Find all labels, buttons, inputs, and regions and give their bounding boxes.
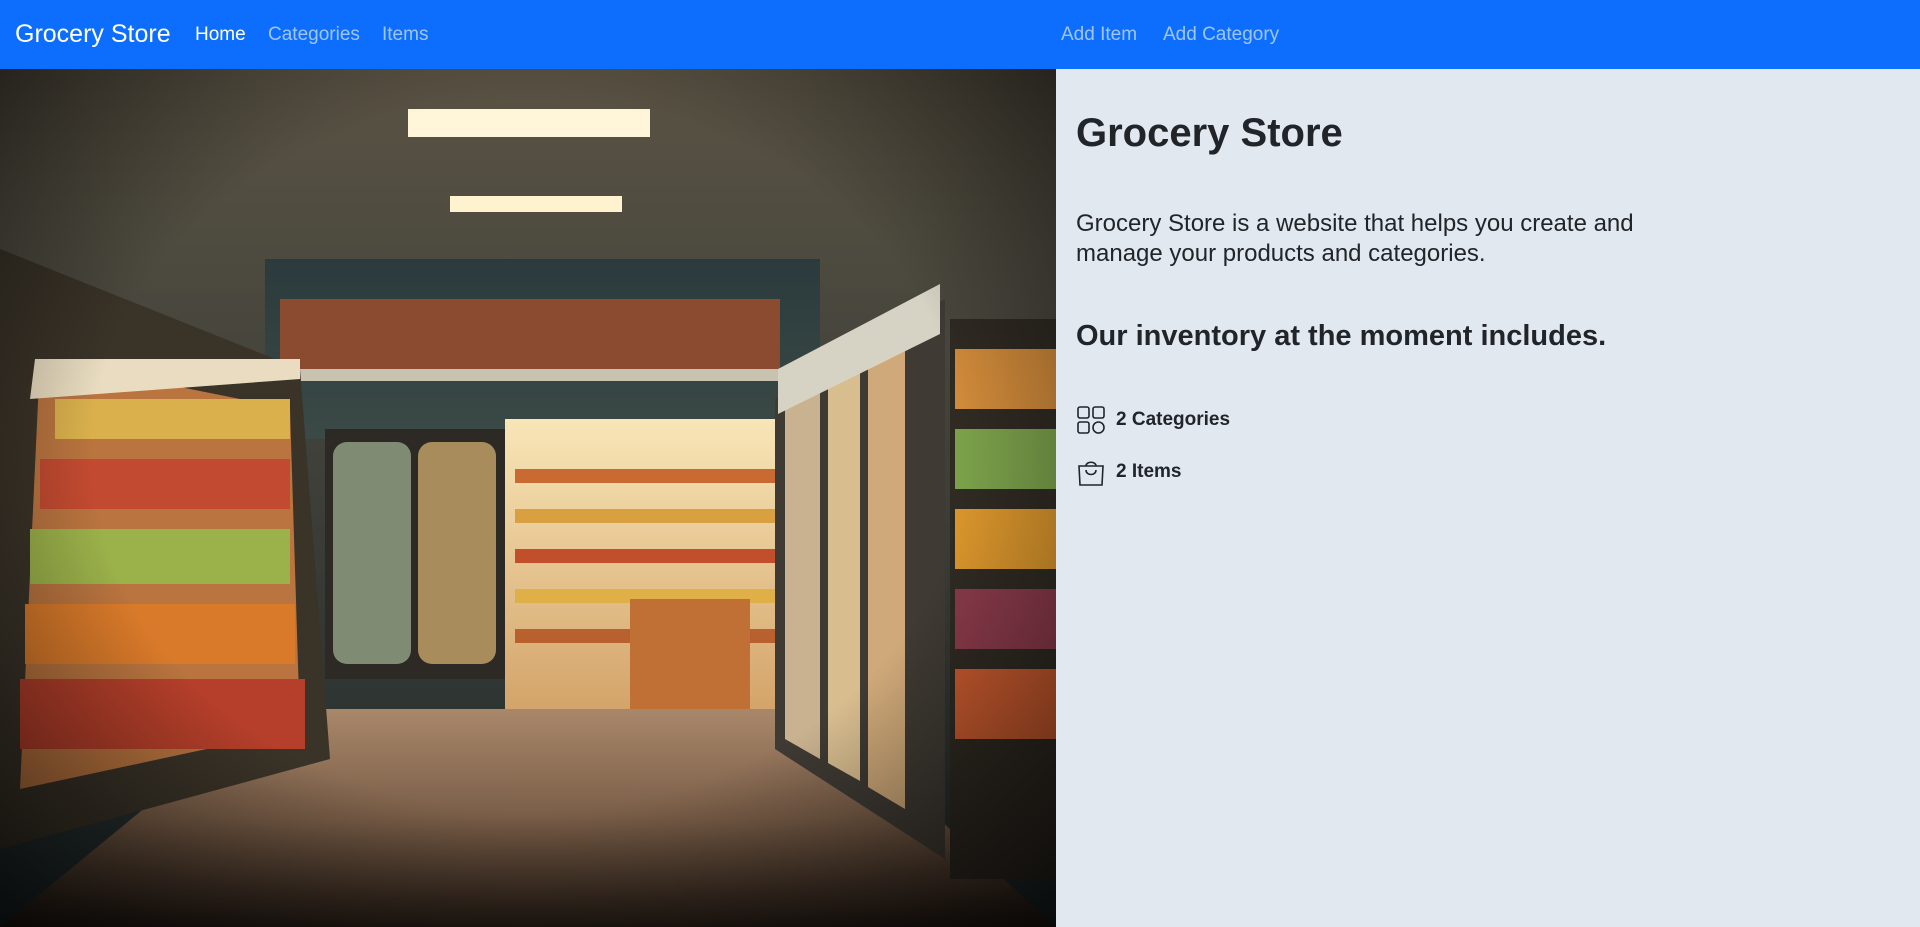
nav-home[interactable]: Home <box>195 0 246 69</box>
stat-categories: 2 Categories <box>1076 405 1230 435</box>
grid-icon <box>1076 405 1106 435</box>
nav-add-category[interactable]: Add Category <box>1163 0 1279 69</box>
stat-items-label: 2 Items <box>1116 461 1182 482</box>
brand-link[interactable]: Grocery Store <box>15 0 171 69</box>
main-content: Grocery Store Grocery Store is a website… <box>1056 69 1920 927</box>
page-title: Grocery Store <box>1076 111 1343 155</box>
shopping-bag-icon <box>1076 457 1106 487</box>
site-description: Grocery Store is a website that helps yo… <box>1076 210 1634 267</box>
inventory-heading: Our inventory at the moment includes. <box>1076 320 1607 352</box>
nav-categories[interactable]: Categories <box>268 0 360 69</box>
nav-items[interactable]: Items <box>382 0 428 69</box>
navbar: Grocery Store Home Categories Items Add … <box>0 0 1920 69</box>
stat-items: 2 Items <box>1076 457 1181 487</box>
stat-categories-label: 2 Categories <box>1116 409 1231 430</box>
nav-add-item[interactable]: Add Item <box>1061 0 1137 69</box>
grocery-store-aisle-image <box>0 69 1056 927</box>
